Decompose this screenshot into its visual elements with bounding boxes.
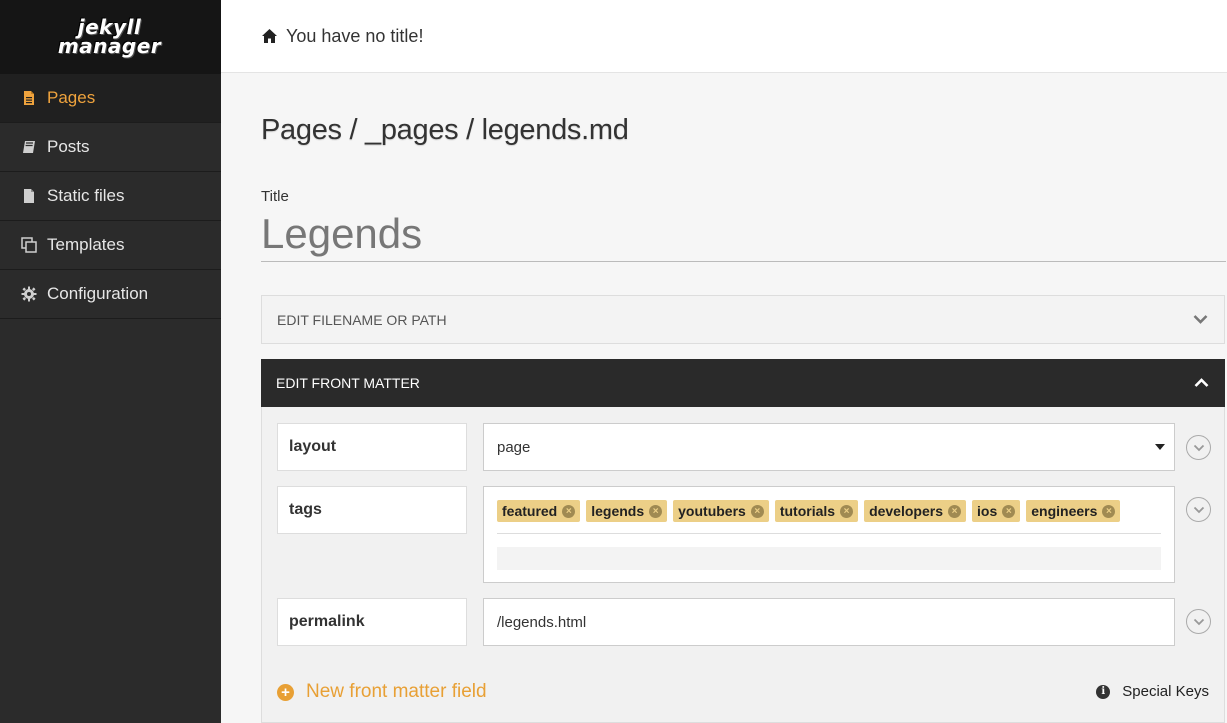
row-options-toggle[interactable] [1186, 609, 1211, 634]
permalink-value: /legends.html [497, 613, 587, 631]
sidebar-item-static-files[interactable]: Static files [0, 172, 221, 221]
file-icon [21, 188, 37, 204]
tag-chip: youtubers × [673, 500, 769, 522]
tags-editor[interactable]: featured × legends × youtubers × tutorials ×… [483, 486, 1175, 583]
front-matter-key-layout[interactable]: layout [277, 423, 467, 471]
permalink-input[interactable]: /legends.html [483, 598, 1175, 646]
sidebar-item-label: Pages [47, 88, 96, 107]
sidebar-item-label: Posts [47, 137, 90, 156]
sidebar-item-pages[interactable]: Pages [0, 74, 221, 123]
tag-label: engineers [1031, 503, 1098, 519]
site-title-link[interactable]: You have no title! [286, 26, 423, 47]
title-input[interactable] [261, 210, 1226, 262]
plus-circle-icon: + [277, 683, 294, 701]
layout-select-value: page [497, 438, 531, 456]
gear-icon [21, 286, 37, 302]
layout-select[interactable]: page [483, 423, 1175, 471]
edit-front-matter-panel-toggle[interactable]: EDIT FRONT MATTER [261, 359, 1225, 407]
tag-chip: engineers × [1026, 500, 1121, 522]
tag-chip: featured × [497, 500, 581, 522]
tag-label: youtubers [678, 503, 746, 519]
sidebar-item-configuration[interactable]: Configuration [0, 270, 221, 319]
tag-chip: developers × [864, 500, 966, 522]
remove-tag-icon[interactable]: × [948, 504, 961, 518]
tag-label: ios [977, 503, 998, 519]
info-circle-icon: i [1096, 684, 1111, 699]
special-keys-button[interactable]: i Special Keys [1096, 683, 1209, 700]
special-keys-label: Special Keys [1122, 683, 1209, 700]
chevron-down-icon [1193, 315, 1208, 324]
chevron-down-icon [1193, 618, 1204, 625]
tag-new-input[interactable] [497, 547, 1161, 570]
logo-line2: manager [57, 34, 162, 58]
chevron-down-icon [1193, 444, 1204, 451]
title-field-label: Title [261, 188, 289, 205]
tag-chip: legends × [586, 500, 668, 522]
front-matter-key-tags[interactable]: tags [277, 486, 467, 534]
front-matter-panel-body: layout page tags featured × legends × yout… [261, 407, 1225, 723]
tag-label: featured [502, 503, 558, 519]
remove-tag-icon[interactable]: × [649, 504, 663, 518]
edit-filename-panel-toggle[interactable]: EDIT FILENAME OR PATH [261, 295, 1225, 344]
tag-label: tutorials [779, 503, 836, 519]
remove-tag-icon[interactable]: × [562, 504, 576, 518]
row-options-toggle[interactable] [1186, 497, 1211, 522]
chevron-up-icon [1194, 378, 1209, 387]
page-title: Pages / _pages / legends.md [261, 114, 629, 146]
edit-front-matter-panel-title: EDIT FRONT MATTER [276, 375, 420, 391]
sidebar-item-label: Static files [47, 186, 125, 205]
sidebar-item-posts[interactable]: Posts [0, 123, 221, 172]
caret-down-icon [1155, 444, 1165, 450]
clone-icon [21, 237, 37, 253]
edit-filename-panel-title: EDIT FILENAME OR PATH [277, 311, 447, 328]
new-front-matter-field-label: New front matter field [306, 681, 487, 702]
chevron-down-icon [1193, 506, 1204, 513]
remove-tag-icon[interactable]: × [750, 504, 764, 518]
remove-tag-icon[interactable]: × [1102, 504, 1116, 518]
tag-chip: tutorials × [774, 500, 859, 522]
top-header: You have no title! [221, 0, 1227, 73]
tag-list: featured × legends × youtubers × tutorials ×… [497, 500, 1161, 534]
remove-tag-icon[interactable]: × [840, 504, 854, 518]
sidebar-item-label: Configuration [47, 284, 149, 303]
jekyll-manager-logo[interactable]: jekyll manager [0, 0, 221, 74]
tag-chip: ios × [972, 500, 1021, 522]
sidebar: jekyll manager Pages Posts Static files … [0, 0, 221, 723]
row-options-toggle[interactable] [1186, 435, 1211, 460]
book-icon [21, 139, 37, 155]
front-matter-key-permalink[interactable]: permalink [277, 598, 467, 646]
remove-tag-icon[interactable]: × [1002, 504, 1016, 518]
tag-label: legends [591, 503, 645, 519]
tag-label: developers [869, 503, 943, 519]
sidebar-item-label: Templates [47, 235, 125, 254]
sidebar-item-templates[interactable]: Templates [0, 221, 221, 270]
home-icon[interactable] [261, 28, 278, 44]
file-text-icon [21, 90, 37, 106]
new-front-matter-field-button[interactable]: + New front matter field [277, 681, 487, 703]
